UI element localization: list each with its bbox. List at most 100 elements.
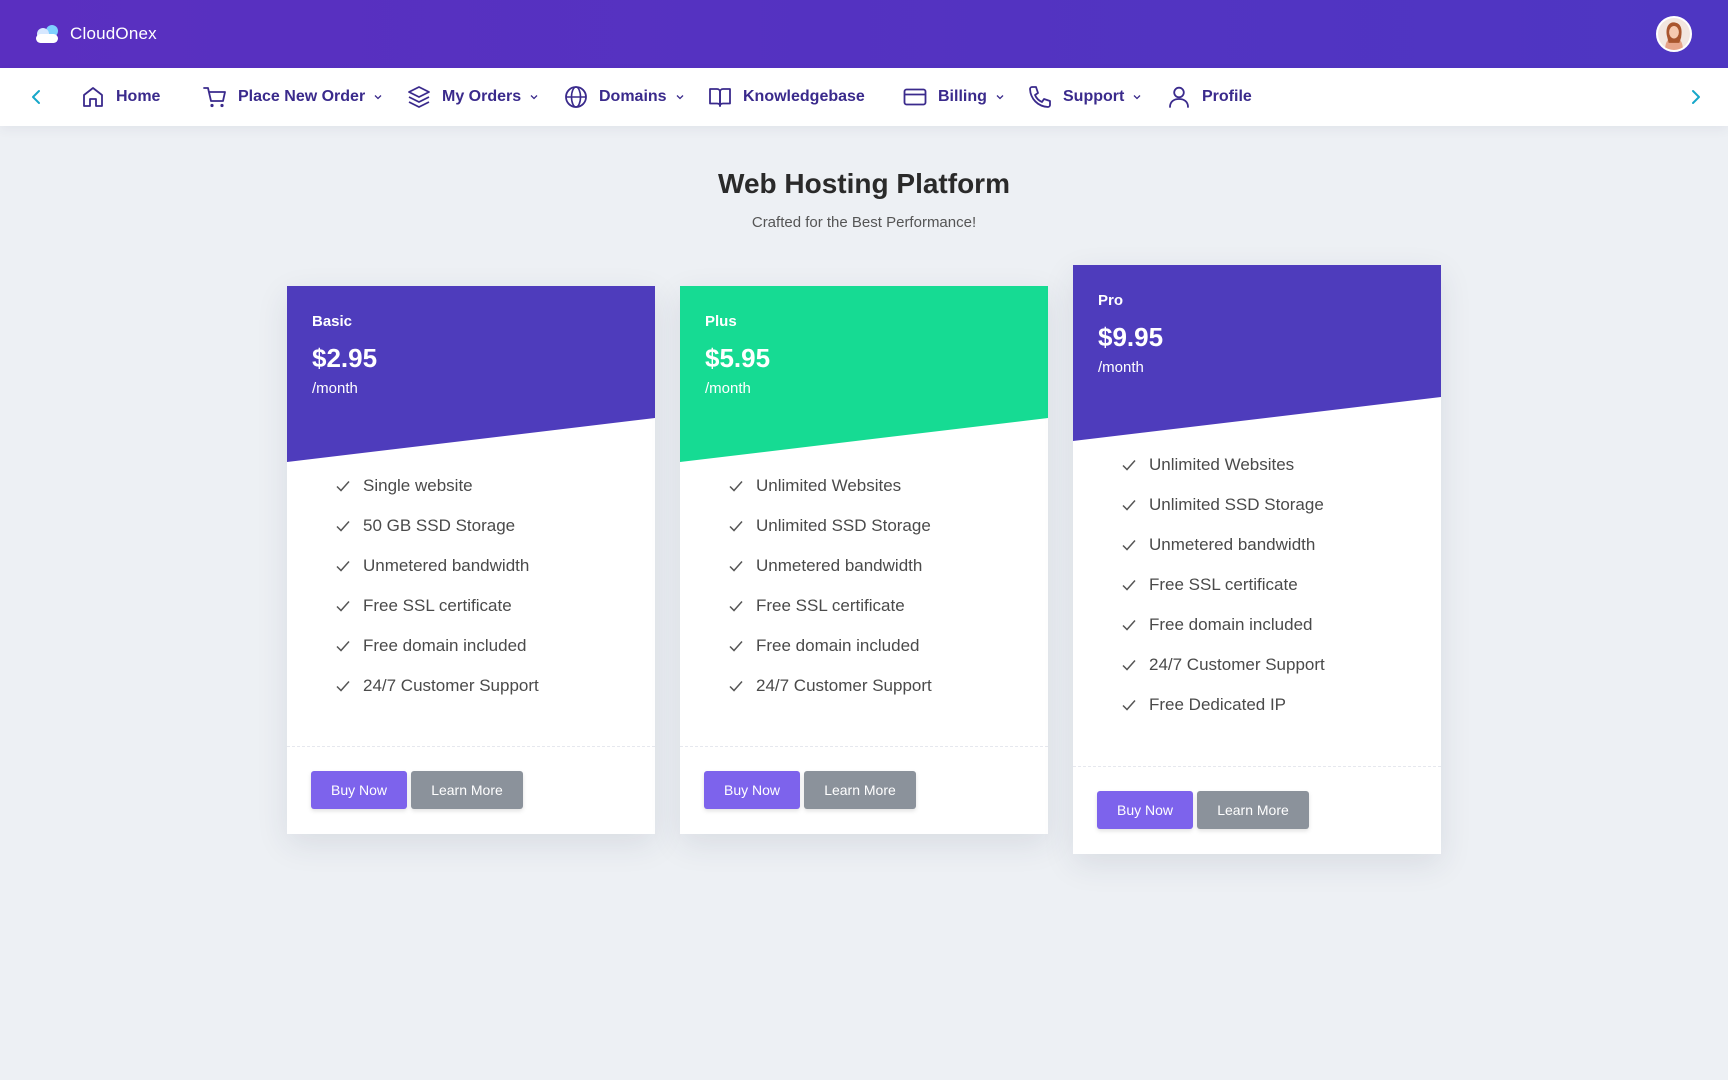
card-header: Pro $9.95 /month <box>1073 265 1441 441</box>
user-icon <box>1166 84 1192 110</box>
feature-label: 24/7 Customer Support <box>363 676 539 695</box>
feature-item: 24/7 Customer Support <box>335 666 655 706</box>
check-icon <box>335 598 351 614</box>
home-icon <box>80 84 106 110</box>
check-icon <box>1121 577 1137 593</box>
check-icon <box>335 678 351 694</box>
learn-more-button[interactable]: Learn More <box>411 771 523 809</box>
book-icon <box>707 84 733 110</box>
nav-label: Profile <box>1202 88 1252 105</box>
nav-scroll-left-button[interactable] <box>22 68 52 126</box>
nav-label: Domains <box>599 88 667 105</box>
nav-label: Knowledgebase <box>743 88 865 105</box>
learn-more-button[interactable]: Learn More <box>804 771 916 809</box>
card-footer: Buy Now Learn More <box>680 746 1048 834</box>
feature-item: Unmetered bandwidth <box>335 546 655 586</box>
check-icon <box>728 558 744 574</box>
page-subtitle: Crafted for the Best Performance! <box>751 214 977 231</box>
feature-label: Single website <box>363 476 473 495</box>
nav-label: My Orders <box>442 88 522 105</box>
check-icon <box>728 518 744 534</box>
plan-price: $2.95 <box>312 343 378 373</box>
nav-item-home[interactable]: Home <box>80 68 160 126</box>
feature-list: Single website 50 GB SSD Storage Unmeter… <box>287 462 655 706</box>
check-icon <box>1121 497 1137 513</box>
pricing-card-pro: Pro $9.95 /month Unlimited Websites Unli… <box>1073 265 1441 854</box>
cart-icon <box>202 84 228 110</box>
feature-item: Free domain included <box>335 626 655 666</box>
globe-icon <box>563 84 589 110</box>
feature-label: Free SSL certificate <box>756 596 905 615</box>
feature-item: Single website <box>335 466 655 506</box>
feature-item: Unlimited SSD Storage <box>728 506 1048 546</box>
card-header: Plus $5.95 /month <box>680 286 1048 462</box>
nav-item-domains[interactable]: Domains <box>563 68 685 126</box>
feature-label: Free domain included <box>1149 615 1313 634</box>
chevron-left-icon <box>32 90 40 104</box>
feature-label: Free SSL certificate <box>363 596 512 615</box>
feature-item: Free SSL certificate <box>335 586 655 626</box>
feature-item: Unlimited Websites <box>1121 445 1441 485</box>
nav-label: Support <box>1063 88 1125 105</box>
nav-label: Place New Order <box>238 88 366 105</box>
check-icon <box>335 478 351 494</box>
brand[interactable]: CloudOnex <box>32 0 157 68</box>
phone-icon <box>1027 84 1053 110</box>
nav-label: Billing <box>938 88 987 105</box>
card-footer: Buy Now Learn More <box>287 746 655 834</box>
feature-label: 24/7 Customer Support <box>756 676 932 695</box>
feature-label: Free Dedicated IP <box>1149 695 1287 714</box>
card-header: Basic $2.95 /month <box>287 286 655 462</box>
card-header-band <box>1073 265 1441 441</box>
feature-label: Free SSL certificate <box>1149 575 1298 594</box>
chevron-down-icon <box>995 92 1005 102</box>
feature-item: 24/7 Customer Support <box>1121 645 1441 685</box>
plan-period: /month <box>312 380 358 397</box>
nav-item-billing[interactable]: Billing <box>902 68 1005 126</box>
nav-item-my-orders[interactable]: My Orders <box>406 68 539 126</box>
learn-more-button[interactable]: Learn More <box>1197 791 1309 829</box>
nav-label: Home <box>116 88 161 105</box>
check-icon <box>1121 697 1137 713</box>
nav-item-support[interactable]: Support <box>1027 68 1142 126</box>
feature-item: Unlimited SSD Storage <box>1121 485 1441 525</box>
buy-now-button[interactable]: Buy Now <box>704 771 800 809</box>
avatar[interactable] <box>1656 16 1692 52</box>
feature-label: Unmetered bandwidth <box>756 556 923 575</box>
brand-name: CloudOnex <box>70 24 157 43</box>
plan-price: $5.95 <box>705 343 771 373</box>
feature-item: Free SSL certificate <box>1121 565 1441 605</box>
feature-item: Unmetered bandwidth <box>728 546 1048 586</box>
card-footer: Buy Now Learn More <box>1073 766 1441 854</box>
check-icon <box>728 638 744 654</box>
pricing-card-basic: Basic $2.95 /month Single website 50 GB … <box>287 286 655 834</box>
feature-label: Unlimited Websites <box>756 476 902 495</box>
pricing-card-plus: Plus $5.95 /month Unlimited Websites Unl… <box>680 286 1048 834</box>
feature-item: Free domain included <box>1121 605 1441 645</box>
buy-now-button[interactable]: Buy Now <box>1097 791 1193 829</box>
main-nav: Home Place New Order My Orders Domains K… <box>0 68 1728 126</box>
feature-item: 24/7 Customer Support <box>728 666 1048 706</box>
check-icon <box>1121 617 1137 633</box>
feature-list: Unlimited Websites Unlimited SSD Storage… <box>680 462 1048 706</box>
layers-icon <box>406 84 432 110</box>
check-icon <box>335 638 351 654</box>
nav-item-place-new-order[interactable]: Place New Order <box>202 68 383 126</box>
feature-item: Unlimited Websites <box>728 466 1048 506</box>
feature-label: Unlimited SSD Storage <box>756 516 931 535</box>
nav-scroll-right-button[interactable] <box>1680 68 1710 126</box>
feature-label: Unmetered bandwidth <box>363 556 530 575</box>
check-icon <box>728 478 744 494</box>
feature-label: 50 GB SSD Storage <box>363 516 516 535</box>
plan-period: /month <box>705 380 751 397</box>
check-icon <box>335 518 351 534</box>
nav-item-profile[interactable]: Profile <box>1166 68 1252 126</box>
buy-now-button[interactable]: Buy Now <box>311 771 407 809</box>
check-icon <box>1121 457 1137 473</box>
plan-price: $9.95 <box>1098 322 1164 352</box>
top-bar: CloudOnex <box>0 0 1728 68</box>
nav-item-knowledgebase[interactable]: Knowledgebase <box>707 68 865 126</box>
plan-name: Pro <box>1098 292 1124 309</box>
feature-label: 24/7 Customer Support <box>1149 655 1325 674</box>
chevron-down-icon <box>529 92 539 102</box>
